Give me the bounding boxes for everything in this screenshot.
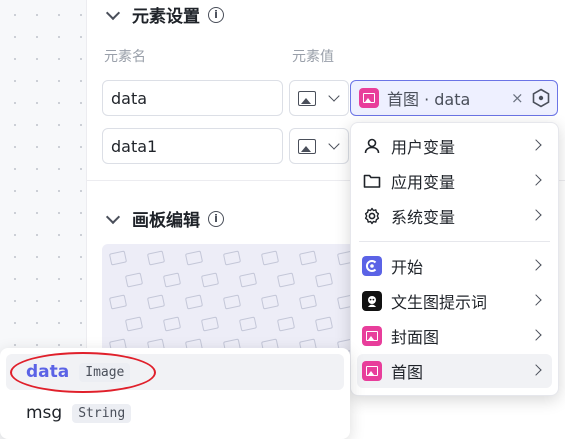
placeholder-image-icon <box>238 272 258 288</box>
placeholder-image-icon <box>222 250 242 266</box>
variable-source-menu: 用户变量 应用变量 系统变量 开始 文生图提示词 封面图 首图 <box>350 122 559 396</box>
value-type-select[interactable] <box>289 80 349 116</box>
variable-name: data <box>26 362 70 382</box>
chevron-right-icon <box>530 329 542 341</box>
menu-item-start[interactable]: 开始 <box>357 249 552 283</box>
column-label-name: 元素名 <box>104 49 146 65</box>
info-icon[interactable]: i <box>208 6 224 23</box>
menu-item-system-variables[interactable]: 系统变量 <box>357 199 552 233</box>
chevron-down-icon[interactable] <box>105 5 121 20</box>
placeholder-image-icon <box>184 294 204 310</box>
chevron-down-icon[interactable] <box>105 209 121 224</box>
canvas-edit-header[interactable]: 画板编辑 i <box>104 206 224 231</box>
variable-type-badge: String <box>72 403 132 423</box>
image-node-icon <box>361 361 383 381</box>
image-icon <box>298 138 316 154</box>
element-name-value: data1 <box>111 136 158 156</box>
placeholder-image-icon <box>298 294 318 310</box>
chevron-right-icon <box>530 139 542 151</box>
chevron-down-icon <box>328 138 340 150</box>
image-icon <box>298 90 316 106</box>
user-icon <box>361 137 383 155</box>
placeholder-image-icon <box>260 250 280 266</box>
chevron-right-icon <box>530 294 542 306</box>
placeholder-image-icon <box>260 294 280 310</box>
variable-submenu: data Image msg String <box>0 348 350 439</box>
variable-option-msg[interactable]: msg String <box>6 395 344 431</box>
image-node-icon <box>361 326 383 346</box>
placeholder-image-icon <box>146 250 166 266</box>
text-to-image-icon <box>361 291 383 311</box>
chevron-right-icon <box>530 174 542 186</box>
folder-icon <box>361 173 383 189</box>
element-name-input[interactable]: data <box>102 80 283 116</box>
image-node-icon <box>359 88 379 108</box>
variable-type-badge: Image <box>79 362 131 382</box>
element-settings-title: 元素设置 <box>132 7 200 27</box>
placeholder-image-icon <box>146 294 166 310</box>
element-value-selector[interactable]: 首图 · data × <box>350 80 558 116</box>
placeholder-image-icon <box>314 316 334 332</box>
menu-item-user-variables[interactable]: 用户变量 <box>357 129 552 163</box>
menu-item-app-variables[interactable]: 应用变量 <box>357 164 552 198</box>
gear-icon <box>361 207 383 225</box>
clear-icon[interactable]: × <box>511 89 524 107</box>
placeholder-image-icon <box>314 272 334 288</box>
variable-picker-icon[interactable] <box>531 88 551 108</box>
menu-item-label: 首图 <box>391 363 424 382</box>
menu-item-label: 用户变量 <box>391 138 456 157</box>
value-type-select[interactable] <box>289 128 349 164</box>
element-name-value: data <box>111 88 148 108</box>
placeholder-image-icon <box>276 316 296 332</box>
canvas-edit-title: 画板编辑 <box>132 211 200 231</box>
placeholder-image-icon <box>238 316 258 332</box>
menu-item-label: 系统变量 <box>391 208 456 227</box>
menu-item-text-to-image-prompt[interactable]: 文生图提示词 <box>357 284 552 318</box>
placeholder-image-icon <box>162 316 182 332</box>
placeholder-image-icon <box>200 316 220 332</box>
menu-item-label: 文生图提示词 <box>391 293 488 312</box>
chevron-right-icon <box>530 209 542 221</box>
element-settings-header[interactable]: 元素设置 i <box>104 2 224 27</box>
chevron-right-icon <box>530 259 542 271</box>
placeholder-image-icon <box>162 272 182 288</box>
start-icon <box>361 256 383 276</box>
chevron-right-icon <box>530 364 542 376</box>
placeholder-image-icon <box>200 272 220 288</box>
placeholder-image-icon <box>184 250 204 266</box>
column-label-value: 元素值 <box>292 49 334 65</box>
menu-item-label: 开始 <box>391 258 424 277</box>
menu-item-label: 应用变量 <box>391 173 456 192</box>
placeholder-image-icon <box>124 272 144 288</box>
variable-name: msg <box>26 403 63 423</box>
element-name-input[interactable]: data1 <box>102 128 283 164</box>
variable-option-data[interactable]: data Image <box>6 354 344 390</box>
selected-variable-label: 首图 · data <box>387 90 471 109</box>
chevron-down-icon <box>328 90 340 102</box>
menu-item-cover-image[interactable]: 封面图 <box>357 319 552 353</box>
placeholder-image-icon <box>108 294 128 310</box>
info-icon[interactable]: i <box>208 210 224 227</box>
placeholder-image-icon <box>222 294 242 310</box>
menu-item-label: 封面图 <box>391 328 440 347</box>
menu-item-first-image[interactable]: 首图 <box>357 354 552 388</box>
placeholder-image-icon <box>276 272 296 288</box>
placeholder-image-icon <box>108 250 128 266</box>
placeholder-image-icon <box>124 316 144 332</box>
menu-divider <box>359 241 550 242</box>
placeholder-image-icon <box>298 250 318 266</box>
